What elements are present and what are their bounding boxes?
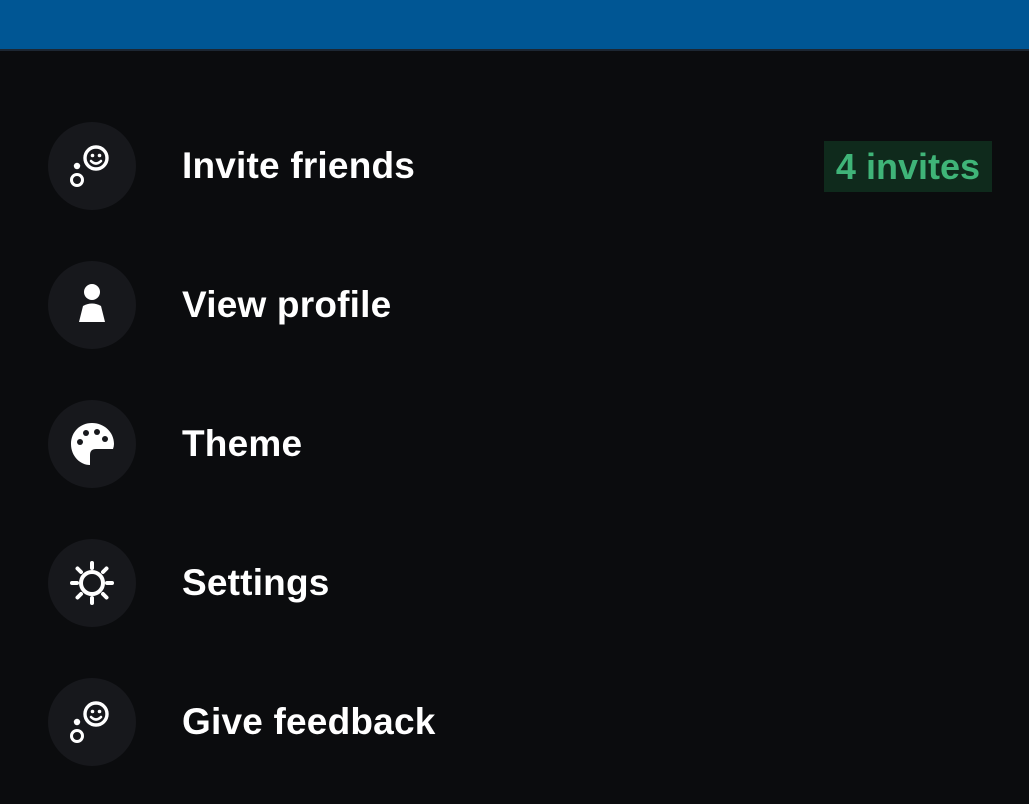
menu-item-invite-friends[interactable]: Invite friends 4 invites xyxy=(0,98,1029,237)
menu-item-label: Invite friends xyxy=(182,145,416,186)
top-bar xyxy=(0,0,1029,51)
feedback-icon xyxy=(48,678,136,766)
menu-item-label: Settings xyxy=(182,562,330,603)
menu-item-give-feedback[interactable]: Give feedback xyxy=(0,654,1029,793)
menu-item-view-profile[interactable]: View profile xyxy=(0,237,1029,376)
menu-item-label: View profile xyxy=(182,284,392,325)
gear-icon xyxy=(48,539,136,627)
invite-icon xyxy=(48,122,136,210)
menu-item-theme[interactable]: Theme xyxy=(0,376,1029,515)
invites-badge: 4 invites xyxy=(823,141,992,192)
menu-item-settings[interactable]: Settings xyxy=(0,515,1029,654)
account-menu: Invite friends 4 invites View profile Th… xyxy=(0,98,1029,793)
menu-item-label: Give feedback xyxy=(182,701,436,742)
menu-item-label: Theme xyxy=(182,423,303,464)
palette-icon xyxy=(48,400,136,488)
person-icon xyxy=(48,261,136,349)
